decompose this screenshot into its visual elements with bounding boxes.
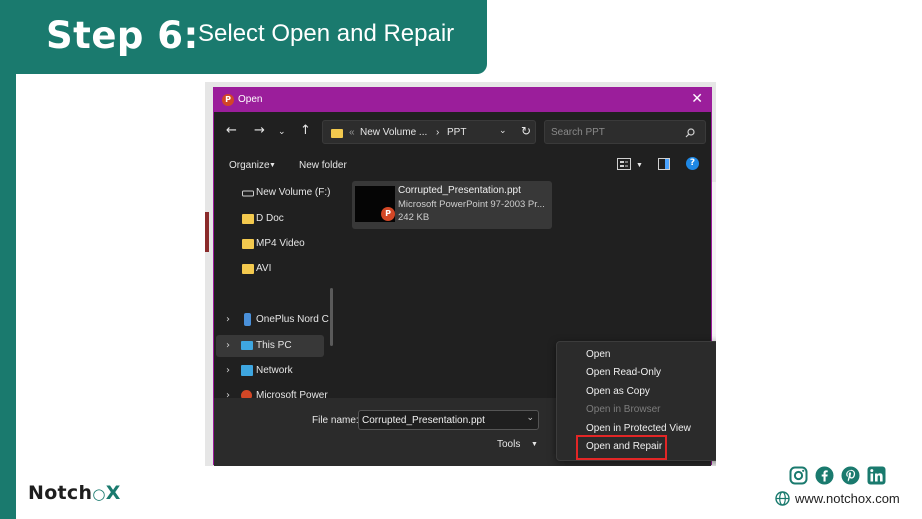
website-link[interactable]: www.notchox.com: [775, 491, 900, 506]
file-type: Microsoft PowerPoint 97-2003 Pr...: [398, 199, 545, 210]
sidebar-item-label: Network: [256, 365, 293, 376]
menu-item-open-read-only[interactable]: Open Read-Only: [586, 367, 661, 378]
step-banner: Step 6: Select Open and Repair: [0, 0, 487, 74]
expand-chevron-icon[interactable]: ›: [226, 314, 230, 325]
breadcrumb-overflow[interactable]: «: [349, 127, 355, 138]
breadcrumb-separator: ›: [436, 127, 440, 138]
phone-icon: [244, 313, 251, 326]
file-name-label: File name:: [312, 415, 359, 426]
website-url: www.notchox.com: [795, 491, 900, 506]
brand-x-mark: X: [105, 482, 121, 504]
screenshot-frame: P Open ✕ ← → ⌄ ↑ « New Volume ... › PPT …: [205, 82, 716, 466]
folder-icon: [242, 239, 254, 249]
sidebar-item-mp4-video[interactable]: MP4 Video: [216, 233, 324, 255]
search-icon: [685, 128, 695, 138]
back-arrow-icon[interactable]: ←: [226, 124, 237, 137]
sidebar-item-oneplus[interactable]: › OnePlus Nord C: [216, 309, 329, 331]
folder-icon: [242, 214, 254, 224]
sidebar-item-label: New Volume (F:): [256, 187, 331, 198]
network-icon: [241, 365, 253, 376]
up-arrow-icon[interactable]: ↑: [300, 124, 311, 137]
instagram-icon[interactable]: [789, 466, 808, 485]
folder-icon: [331, 129, 343, 138]
menu-item-open-in-protected-view[interactable]: Open in Protected View: [586, 423, 691, 434]
sidebar-item-label: D Doc: [256, 213, 284, 224]
open-options-menu: Open Open Read-Only Open as Copy Open in…: [556, 341, 716, 461]
navigation-bar: ← → ⌄ ↑ « New Volume ... › PPT ⌄ ↻ Searc…: [214, 112, 711, 148]
sidebar-item-label: This PC: [256, 340, 292, 351]
highlight-box: [576, 435, 667, 460]
background-accent: [205, 212, 209, 252]
dialog-title: Open: [238, 94, 263, 105]
help-icon[interactable]: ?: [686, 157, 699, 170]
sidebar-item-new-volume[interactable]: New Volume (F:): [216, 182, 330, 204]
command-bar: Organize ▼ New folder ▼ ?: [214, 152, 711, 178]
pinterest-icon[interactable]: [841, 466, 860, 485]
new-folder-button[interactable]: New folder: [299, 160, 347, 171]
preview-pane-icon[interactable]: [658, 158, 670, 170]
powerpoint-icon: P: [222, 94, 234, 106]
brand-logo: Notch○X: [28, 482, 121, 504]
sidebar-item-label: MP4 Video: [256, 238, 305, 249]
brand-o-mark: ○: [92, 485, 106, 503]
tools-button[interactable]: Tools: [497, 439, 520, 450]
file-name-value: Corrupted_Presentation.ppt: [362, 415, 485, 426]
breadcrumb-new-volume[interactable]: New Volume ...: [360, 127, 427, 138]
linkedin-icon[interactable]: [867, 466, 886, 485]
sidebar-item-label: OnePlus Nord C: [256, 314, 329, 325]
expand-chevron-icon[interactable]: ›: [226, 365, 230, 376]
refresh-icon[interactable]: ↻: [521, 124, 531, 138]
search-input[interactable]: Search PPT: [544, 120, 706, 144]
menu-item-open[interactable]: Open: [586, 349, 610, 360]
sidebar-item-avi[interactable]: AVI: [216, 258, 324, 280]
step-title: Select Open and Repair: [198, 20, 455, 47]
pc-icon: [241, 341, 253, 350]
step-label: Step 6:: [46, 14, 199, 57]
sidebar-item-label: AVI: [256, 263, 272, 274]
sidebar-item-d-doc[interactable]: D Doc: [216, 208, 324, 230]
breadcrumb-ppt[interactable]: PPT: [447, 127, 466, 138]
dialog-titlebar: P Open ✕: [214, 88, 711, 112]
menu-item-open-as-copy[interactable]: Open as Copy: [586, 386, 650, 397]
sidebar-item-network[interactable]: › Network: [216, 360, 324, 382]
brand-name: Notch: [28, 482, 93, 504]
facebook-icon[interactable]: [815, 466, 834, 485]
file-name: Corrupted_Presentation.ppt: [398, 185, 521, 196]
organize-dropdown-icon[interactable]: ▼: [269, 162, 276, 169]
tools-dropdown-icon[interactable]: ▼: [531, 441, 538, 448]
file-thumbnail: P: [355, 186, 395, 222]
recent-locations-chevron-icon[interactable]: ⌄: [278, 126, 286, 138]
view-dropdown-icon[interactable]: ▼: [636, 162, 643, 169]
view-options-icon[interactable]: [617, 158, 631, 170]
powerpoint-icon: P: [381, 207, 395, 221]
sidebar-item-this-pc[interactable]: › This PC: [216, 335, 324, 357]
search-placeholder: Search PPT: [551, 127, 605, 138]
globe-icon: [775, 491, 790, 506]
expand-chevron-icon[interactable]: ›: [226, 340, 230, 351]
organize-button[interactable]: Organize: [229, 160, 270, 171]
file-size: 242 KB: [398, 212, 430, 223]
file-name-field[interactable]: Corrupted_Presentation.ppt ⌄: [358, 410, 539, 430]
social-links: [789, 466, 886, 485]
left-accent-strip: [0, 0, 16, 519]
open-dialog: P Open ✕ ← → ⌄ ↑ « New Volume ... › PPT …: [213, 87, 716, 466]
address-bar[interactable]: « New Volume ... › PPT ⌄ ↻: [322, 120, 536, 144]
drive-icon: [242, 190, 254, 197]
chevron-down-icon[interactable]: ⌄: [526, 413, 534, 423]
close-icon[interactable]: ✕: [691, 91, 703, 107]
forward-arrow-icon[interactable]: →: [254, 124, 265, 137]
folder-icon: [242, 264, 254, 274]
file-item[interactable]: P Corrupted_Presentation.ppt Microsoft P…: [352, 181, 552, 229]
address-dropdown-icon[interactable]: ⌄: [499, 126, 507, 136]
menu-item-open-in-browser: Open in Browser: [586, 404, 661, 415]
pane-scrollbar[interactable]: [330, 288, 333, 346]
